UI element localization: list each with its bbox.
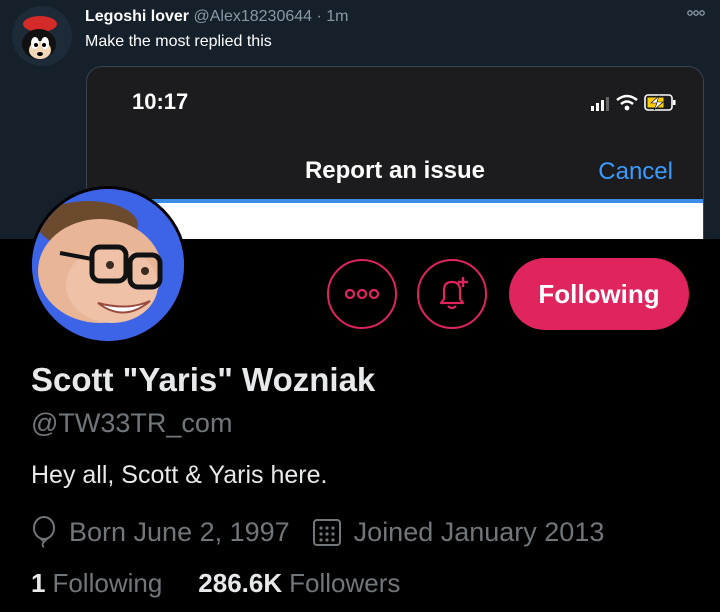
tweet-author-handle[interactable]: @Alex18230644 <box>193 8 312 25</box>
followers-count: 286.6K <box>198 568 283 598</box>
following-count: 1 <box>31 568 46 598</box>
bell-plus-icon <box>439 277 468 310</box>
report-cancel-link: Cancel <box>598 158 673 185</box>
following-button[interactable]: Following <box>509 258 689 330</box>
profile-photo-icon <box>32 189 184 341</box>
cartoon-avatar-icon <box>12 6 72 66</box>
following-stat[interactable]: 1 Following <box>31 568 162 599</box>
profile-username: @TW33TR_com <box>31 408 233 438</box>
profile-avatar[interactable] <box>29 186 187 344</box>
birthday-text: Born June 2, 1997 <box>69 516 290 547</box>
balloon-icon <box>33 516 55 548</box>
tweet-author-name[interactable]: Legoshi lover <box>85 8 189 25</box>
tweet-separator: · <box>316 8 322 25</box>
followers-label: Followers <box>289 568 401 598</box>
birthday-item: Born June 2, 1997 <box>31 516 290 548</box>
more-options-button[interactable] <box>327 259 397 329</box>
calendar-icon <box>312 519 341 546</box>
phone-clock: 10:17 <box>132 89 189 114</box>
tweet-timestamp[interactable]: 1m <box>326 8 348 25</box>
followers-stat[interactable]: 286.6K Followers <box>198 568 400 599</box>
embedded-image[interactable]: 10:17 Report an issue Cancel <box>86 66 704 239</box>
tweet-author-avatar <box>12 6 72 66</box>
profile-display-name: Scott "Yaris" Wozniak <box>31 361 376 398</box>
joined-item: Joined January 2013 <box>312 516 605 548</box>
tweet-text: Make the most replied this <box>85 33 272 50</box>
profile-meta: Born June 2, 1997 Joined January 2013 <box>31 514 604 550</box>
more-options-icon <box>344 288 380 300</box>
profile-bio: Hey all, Scott & Yaris here. <box>31 461 328 489</box>
tweet-header: Legoshi lover @Alex18230644 · 1m <box>85 8 349 26</box>
following-label: Following <box>52 568 163 598</box>
notifications-button[interactable] <box>417 259 487 329</box>
follow-stats: 1 Following 286.6K Followers <box>31 568 400 599</box>
tweet-more-icon[interactable] <box>686 6 706 20</box>
phone-status-icons <box>591 94 676 111</box>
joined-text: Joined January 2013 <box>353 516 605 547</box>
